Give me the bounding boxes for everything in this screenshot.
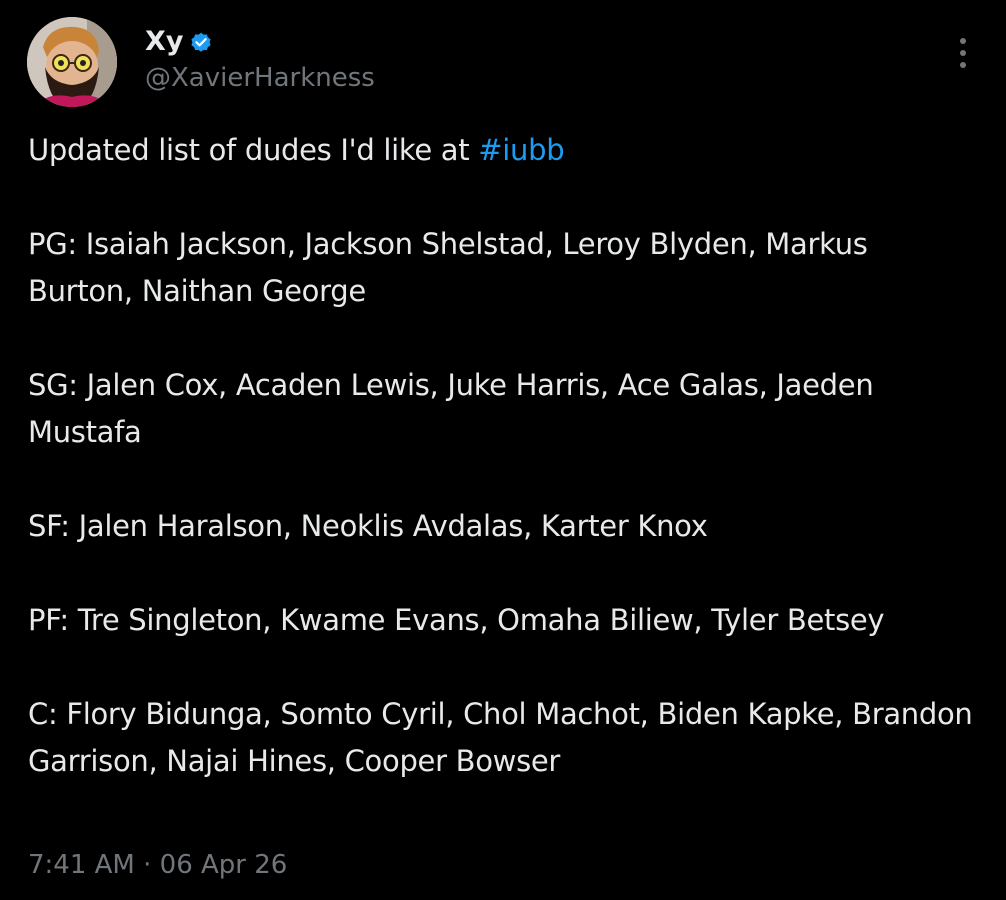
tweet-paragraph-pf: PF: Tre Singleton, Kwame Evans, Omaha Bi…	[28, 603, 885, 637]
more-options-button[interactable]	[944, 36, 982, 70]
hashtag-link[interactable]: #iubb	[478, 133, 564, 167]
verified-badge-icon	[189, 30, 213, 54]
tweet-text: Updated list of dudes I'd like at #iubb …	[28, 127, 978, 785]
tweet-date[interactable]: 06 Apr 26	[160, 846, 288, 884]
author-handle[interactable]: @XavierHarkness	[145, 61, 375, 95]
tweet-intro: Updated list of dudes I'd like at	[28, 133, 479, 167]
tweet-paragraph-sg: SG: Jalen Cox, Acaden Lewis, Juke Harris…	[28, 368, 874, 449]
display-name[interactable]: Xy	[145, 25, 183, 59]
tweet-intro-line: Updated list of dudes I'd like at #iubb	[28, 127, 978, 174]
tweet-time[interactable]: 7:41 AM	[28, 846, 135, 884]
author-name-row[interactable]: Xy	[145, 25, 213, 59]
tweet-paragraph-sf: SF: Jalen Haralson, Neoklis Avdalas, Kar…	[28, 509, 708, 543]
tweet: Xy @XavierHarkness Updated list of dudes…	[0, 0, 1006, 900]
more-vertical-icon	[960, 38, 966, 44]
timestamp-separator: ·	[134, 850, 160, 880]
timestamp[interactable]: 7:41 AM · 06 Apr 26	[28, 846, 287, 884]
tweet-paragraph-pg: PG: Isaiah Jackson, Jackson Shelstad, Le…	[28, 227, 868, 308]
tweet-paragraph-c: C: Flory Bidunga, Somto Cyril, Chol Mach…	[28, 697, 973, 778]
avatar[interactable]	[27, 17, 117, 107]
